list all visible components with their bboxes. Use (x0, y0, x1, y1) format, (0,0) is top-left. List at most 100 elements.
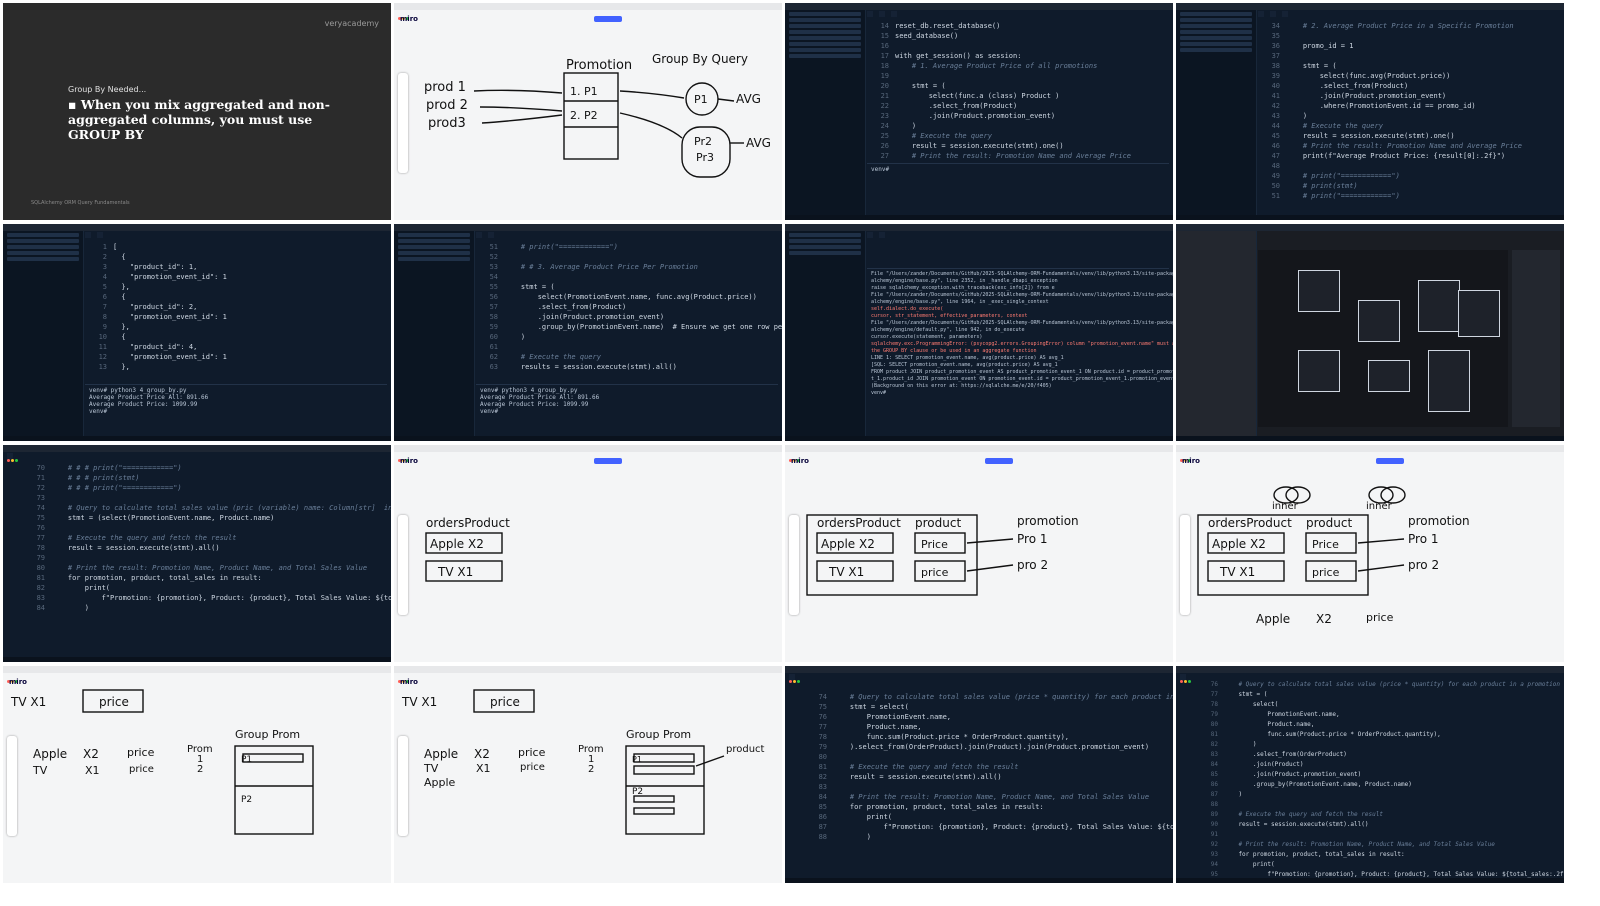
terminal[interactable]: venv# (867, 163, 1169, 208)
code-line[interactable]: 83 f"Promotion: {promotion}, Product: {p… (23, 593, 391, 603)
code-line[interactable]: 81 for promotion, product, total_sales i… (23, 573, 387, 583)
code-editor[interactable]: 14 reset_db.reset_database() 15 seed_databa… (867, 21, 1169, 168)
code-line[interactable]: 4 "promotion_event_id": 1 (85, 272, 387, 282)
code-line[interactable]: 37 (1258, 51, 1560, 61)
code-line[interactable]: 17 with get_session() as session: (867, 51, 1169, 61)
code-line[interactable]: 86 .group_by(PromotionEvent.name, Produc… (1196, 780, 1560, 790)
code-line[interactable]: 20 stmt = ( (867, 81, 1169, 91)
code-line[interactable]: 82 ) (1196, 740, 1560, 750)
code-editor[interactable]: 34 # 2. Average Product Price in a Speci… (1258, 21, 1560, 208)
code-line[interactable]: 36 promo_id = 1 (1258, 41, 1560, 51)
file-explorer[interactable] (394, 231, 475, 441)
code-line[interactable]: 88 ) (805, 832, 1169, 842)
code-line[interactable]: 80 (805, 752, 1169, 762)
code-line[interactable]: 1[ (85, 242, 387, 252)
code-line[interactable]: 63 results = session.execute(stmt).all() (476, 362, 778, 372)
code-line[interactable]: 3 "product_id": 1, (85, 262, 387, 272)
code-line[interactable]: 10 { (85, 332, 387, 342)
terminal[interactable]: File "/Users/zander/Documents/GitHub/202… (867, 268, 1173, 429)
code-line[interactable]: 51 # print("============") (476, 242, 778, 252)
code-line[interactable]: 73 (23, 493, 387, 503)
code-line[interactable]: 94 print( (1196, 860, 1560, 870)
code-line[interactable]: 74 # Query to calculate total sales valu… (23, 503, 391, 513)
code-line[interactable]: 24 ) (867, 121, 1169, 131)
code-line[interactable]: 27 # Print the result: Promotion Name an… (867, 151, 1169, 161)
code-line[interactable]: 84 # Print the result: Promotion Name, P… (805, 792, 1169, 802)
code-line[interactable]: 86 print( (805, 812, 1169, 822)
code-line[interactable]: 38 stmt = ( (1258, 61, 1560, 71)
code-line[interactable]: 91 (1196, 830, 1560, 840)
code-line[interactable]: 59 .group_by(PromotionEvent.name) # Ensu… (476, 322, 782, 332)
code-line[interactable]: 89 # Execute the query and fetch the res… (1196, 810, 1560, 820)
code-line[interactable]: 54 (476, 272, 778, 282)
code-line[interactable]: 46 # Print the result: Promotion Name an… (1258, 141, 1560, 151)
code-line[interactable]: 41 .join(Product.promotion_event) (1258, 91, 1560, 101)
code-line[interactable]: 70 # # # print("============") (23, 463, 387, 473)
code-line[interactable]: 78 func.sum(Product.price * OrderProduct… (805, 732, 1169, 742)
file-explorer[interactable] (785, 231, 866, 441)
code-line[interactable]: 42 .where(PromotionEvent.id == promo_id) (1258, 101, 1560, 111)
code-line[interactable]: 21 select(func.a (class) Product ) (867, 91, 1169, 101)
code-line[interactable]: 77 Product.name, (805, 722, 1169, 732)
code-line[interactable]: 55 stmt = ( (476, 282, 778, 292)
code-line[interactable]: 51 # print("============") (1258, 191, 1560, 201)
code-line[interactable]: 92 # Print the result: Promotion Name, P… (1196, 840, 1560, 850)
code-line[interactable]: 76 (23, 523, 387, 533)
code-line[interactable]: 48 (1258, 161, 1560, 171)
file-explorer[interactable] (3, 231, 84, 441)
code-line[interactable]: 6 { (85, 292, 387, 302)
code-line[interactable]: 12 "promotion_event_id": 1 (85, 352, 387, 362)
code-line[interactable]: 5 }, (85, 282, 387, 292)
code-line[interactable]: 83 (805, 782, 1169, 792)
code-line[interactable]: 84 .join(Product) (1196, 760, 1560, 770)
editor-tabs[interactable] (7, 453, 387, 461)
code-line[interactable]: 74 # Query to calculate total sales valu… (805, 692, 1173, 702)
code-line[interactable]: 45 result = session.execute(stmt).one() (1258, 131, 1560, 141)
code-line[interactable]: 85 for promotion, product, total_sales i… (805, 802, 1169, 812)
editor-tabs[interactable] (85, 232, 387, 240)
code-line[interactable]: 56 select(PromotionEvent.name, func.avg(… (476, 292, 778, 302)
code-line[interactable]: 60 ) (476, 332, 778, 342)
code-line[interactable]: 87 f"Promotion: {promotion}, Product: {p… (805, 822, 1173, 832)
editor-tabs[interactable] (867, 232, 1169, 240)
code-line[interactable]: 62 # Execute the query (476, 352, 778, 362)
code-line[interactable]: 35 (1258, 31, 1560, 41)
code-editor[interactable]: 70 # # # print("============") 71 # # # p… (23, 463, 391, 650)
editor-tabs[interactable] (789, 674, 1169, 682)
code-line[interactable]: 19 (867, 71, 1169, 81)
code-line[interactable]: 8 "promotion_event_id": 1 (85, 312, 387, 322)
editor-tabs[interactable] (1258, 11, 1560, 19)
code-line[interactable]: 22 .select_from(Product) (867, 101, 1169, 111)
code-line[interactable]: 77 # Execute the query and fetch the res… (23, 533, 387, 543)
code-line[interactable]: 13 }, (85, 362, 387, 372)
code-line[interactable]: 39 select(func.avg(Product.price)) (1258, 71, 1560, 81)
code-line[interactable]: 88 (1196, 800, 1560, 810)
erd-canvas[interactable] (1258, 250, 1508, 427)
code-editor[interactable]: 1[2 {3 "product_id": 1, 4 "promotion_even… (85, 242, 387, 385)
code-line[interactable]: 23 .join(Product.promotion_event) (867, 111, 1169, 121)
code-line[interactable]: 50 # print(stmt) (1258, 181, 1560, 191)
code-line[interactable]: 84 ) (23, 603, 387, 613)
code-line[interactable]: 49 # print("============") (1258, 171, 1560, 181)
code-line[interactable]: 16 (867, 41, 1169, 51)
code-line[interactable]: 93 for promotion, product, total_sales i… (1196, 850, 1560, 860)
code-editor[interactable]: 76 # Query to calculate total sales valu… (1196, 680, 1564, 883)
editor-tabs[interactable] (867, 11, 1169, 19)
code-line[interactable]: 26 result = session.execute(stmt).one() (867, 141, 1169, 151)
code-line[interactable]: 2 { (85, 252, 387, 262)
code-line[interactable]: 78 result = session.execute(stmt).all() (23, 543, 387, 553)
code-line[interactable]: 76 PromotionEvent.name, (805, 712, 1169, 722)
terminal[interactable]: venv# python3 4_group_by.py Average Produ… (476, 384, 778, 429)
code-line[interactable]: 47 print(f"Average Product Price: {resul… (1258, 151, 1560, 161)
code-line[interactable]: 80 Product.name, (1196, 720, 1560, 730)
code-line[interactable]: 53 # # 3. Average Product Price Per Prom… (476, 262, 778, 272)
code-line[interactable]: 76 # Query to calculate total sales valu… (1196, 680, 1560, 690)
code-line[interactable]: 75 stmt = (select(PromotionEvent.name, P… (23, 513, 387, 523)
code-line[interactable]: 79 ).select_from(OrderProduct).join(Prod… (805, 742, 1169, 752)
code-line[interactable]: 43 ) (1258, 111, 1560, 121)
code-line[interactable]: 15 seed_database() (867, 31, 1169, 41)
editor-tabs[interactable] (476, 232, 778, 240)
code-editor[interactable]: 74 # Query to calculate total sales valu… (805, 692, 1173, 871)
code-line[interactable]: 81 func.sum(Product.price * OrderProduct… (1196, 730, 1560, 740)
file-explorer[interactable] (785, 10, 866, 220)
